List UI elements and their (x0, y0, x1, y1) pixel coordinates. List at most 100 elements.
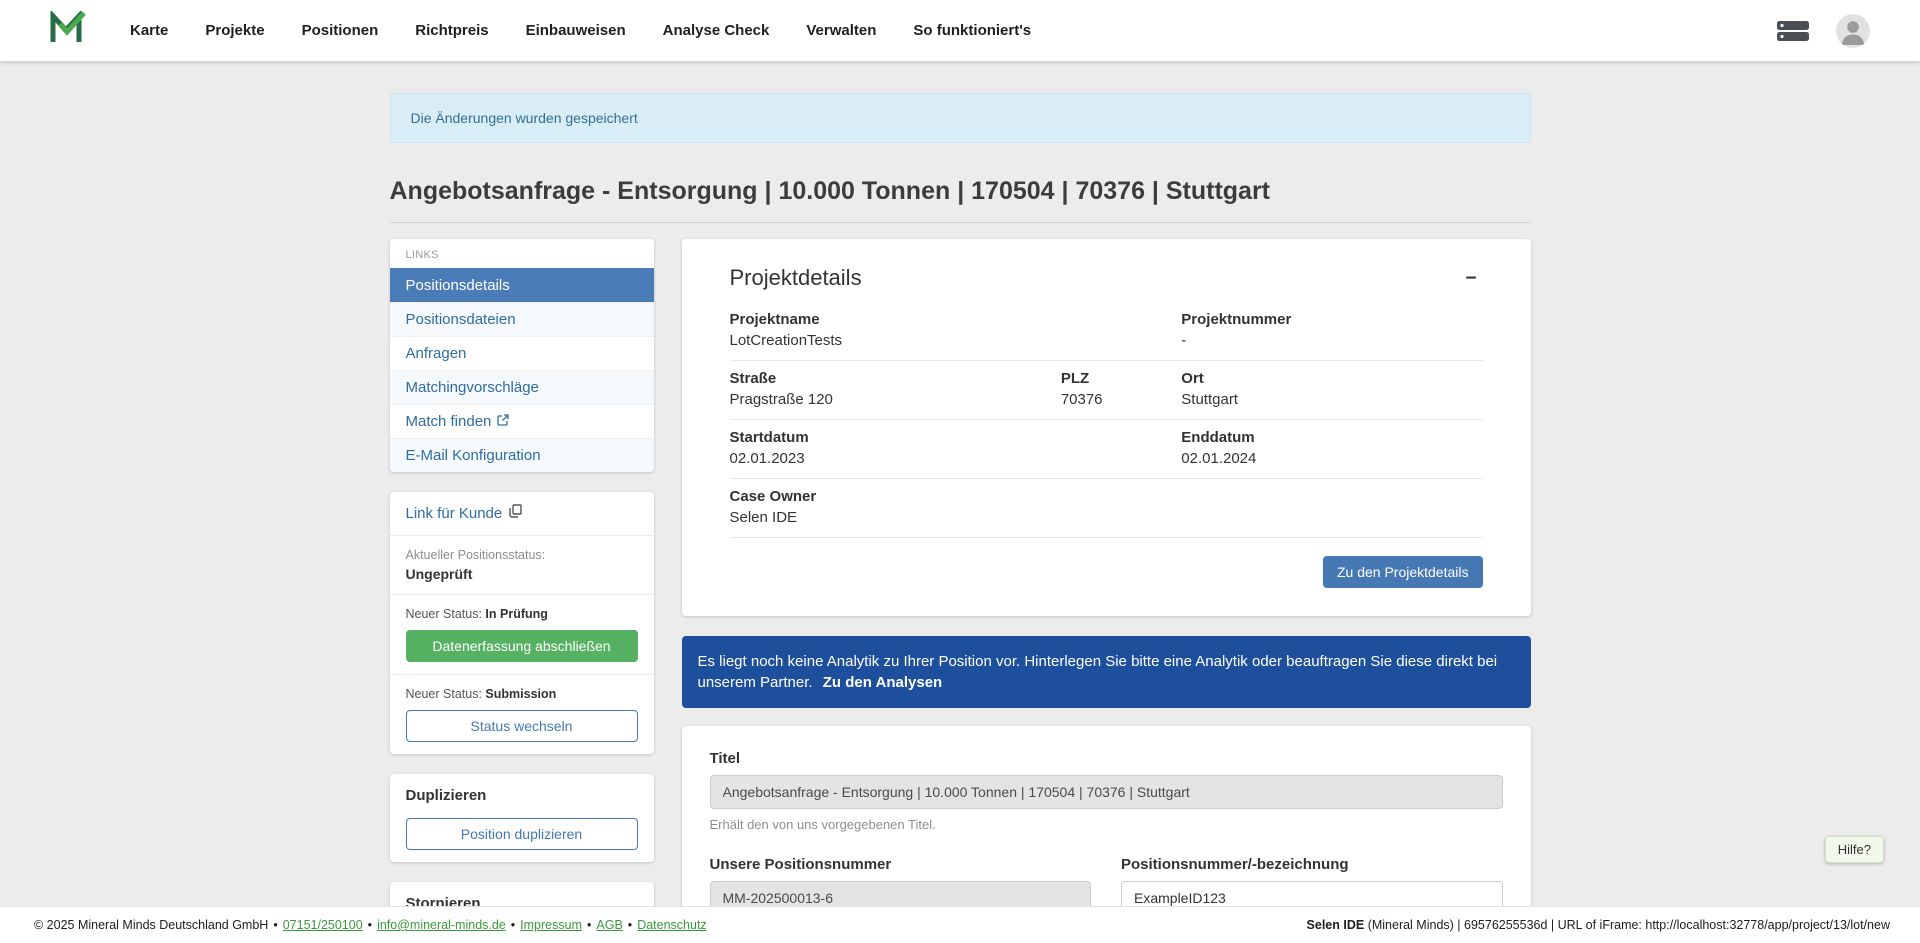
success-alert: Die Änderungen wurden gespeichert (390, 93, 1531, 143)
footer-left: © 2025 Mineral Minds Deutschland GmbH • … (34, 918, 707, 932)
sidebar-item-email-konfiguration[interactable]: E-Mail Konfiguration (390, 438, 654, 472)
next-status-1-value: In Prüfung (485, 607, 548, 621)
titel-label: Titel (710, 750, 1503, 767)
brand-logo[interactable] (48, 11, 86, 50)
projektname-value: LotCreationTests (730, 332, 1182, 349)
plz-label: PLZ (1061, 370, 1181, 387)
titel-help: Erhält den von uns vorgegebenen Titel. (710, 817, 1503, 832)
sidebar: LINKS Positionsdetails Positionsdateien … (390, 239, 654, 906)
current-status-value: Ungeprüft (406, 566, 638, 582)
alert-message: Die Änderungen wurden gespeichert (411, 110, 638, 126)
footer-email-link[interactable]: info@mineral-minds.de (377, 918, 506, 932)
nav-item-einbauweisen[interactable]: Einbauweisen (526, 22, 626, 39)
unsere-positionsnummer-label: Unsere Positionsnummer (710, 856, 1092, 873)
footer-impressum-link[interactable]: Impressum (520, 918, 582, 932)
footer-separator: • (368, 918, 372, 932)
footer-separator: • (273, 918, 277, 932)
footer-copyright: © 2025 Mineral Minds Deutschland GmbH (34, 918, 268, 932)
analytics-message: Es liegt noch keine Analytik zu Ihrer Po… (698, 653, 1498, 691)
external-link-icon (497, 413, 509, 430)
project-details-row-2: Straße Pragstraße 120 PLZ 70376 Ort Stut… (730, 361, 1483, 420)
cancel-header: Stornieren (390, 882, 654, 907)
sidebar-item-label: Anfragen (406, 345, 467, 362)
case-owner-value: Selen IDE (730, 509, 1182, 526)
nav-item-positionen[interactable]: Positionen (302, 22, 379, 39)
go-to-project-details-button[interactable]: Zu den Projektdetails (1323, 556, 1483, 588)
footer-agb-link[interactable]: AGB (596, 918, 622, 932)
project-details-title: Projektdetails (730, 265, 862, 291)
page-title: Angebotsanfrage - Entsorgung | 10.000 To… (390, 177, 1531, 206)
collapse-minus-icon[interactable]: − (1459, 265, 1482, 292)
footer-separator: • (628, 918, 632, 932)
sidebar-item-label: Match finden (406, 413, 492, 430)
footer-session-info: Selen IDE (Mineral Minds) | 69576255536d… (1307, 918, 1890, 932)
next-status-2-value: Submission (485, 687, 556, 701)
sidebar-item-positionsdateien[interactable]: Positionsdateien (390, 302, 654, 336)
projektnummer-value: - (1181, 332, 1482, 349)
navbar-right-group (1776, 14, 1870, 48)
duplicate-header: Duplizieren (390, 774, 654, 806)
next-status-1-label: Neuer Status: (406, 607, 482, 621)
analytics-banner: Es liegt noch keine Analytik zu Ihrer Po… (682, 636, 1531, 708)
top-navbar: Karte Projekte Positionen Richtpreis Ein… (0, 0, 1920, 61)
ort-value: Stuttgart (1181, 391, 1482, 408)
sidebar-status-card: Link für Kunde Aktueller Positionsstatus… (390, 492, 654, 754)
duplicate-position-button[interactable]: Position duplizieren (406, 818, 638, 850)
sidebar-item-anfragen[interactable]: Anfragen (390, 336, 654, 370)
nav-item-verwalten[interactable]: Verwalten (806, 22, 876, 39)
titel-input (710, 775, 1503, 809)
customer-link[interactable]: Link für Kunde (406, 504, 523, 522)
sidebar-item-positionsdetails[interactable]: Positionsdetails (390, 268, 654, 302)
main-navigation: Karte Projekte Positionen Richtpreis Ein… (130, 22, 1031, 39)
footer-user: Selen IDE (1307, 918, 1365, 932)
projektnummer-label: Projektnummer (1181, 311, 1482, 328)
enddatum-value: 02.01.2024 (1181, 450, 1482, 467)
sidebar-item-match-finden[interactable]: Match finden (390, 404, 654, 438)
main-column: Projektdetails − Projektname LotCreation… (682, 239, 1531, 906)
links-header: LINKS (390, 239, 654, 268)
projektname-label: Projektname (730, 311, 1182, 328)
customer-link-label: Link für Kunde (406, 505, 503, 522)
startdatum-value: 02.01.2023 (730, 450, 1182, 467)
footer-datenschutz-link[interactable]: Datenschutz (637, 918, 706, 932)
project-details-row-1: Projektname LotCreationTests Projektnumm… (730, 302, 1483, 361)
footer-separator: • (511, 918, 515, 932)
nav-item-analyse-check[interactable]: Analyse Check (663, 22, 770, 39)
project-details-row-3: Startdatum 02.01.2023 Enddatum 02.01.202… (730, 420, 1483, 479)
nav-item-projekte[interactable]: Projekte (205, 22, 264, 39)
plz-value: 70376 (1061, 391, 1181, 408)
nav-item-richtpreis[interactable]: Richtpreis (415, 22, 488, 39)
nav-item-so-funktionierts[interactable]: So funktioniert's (913, 22, 1031, 39)
sidebar-links-card: LINKS Positionsdetails Positionsdateien … (390, 239, 654, 472)
title-divider (390, 222, 1531, 223)
footer-phone-link[interactable]: 07151/250100 (283, 918, 363, 932)
user-avatar-icon[interactable] (1836, 14, 1870, 48)
position-form-card: Titel Erhält den von uns vorgegebenen Ti… (682, 726, 1531, 906)
help-button[interactable]: Hilfe? (1825, 836, 1884, 863)
unsere-positionsnummer-input (710, 881, 1092, 906)
sidebar-item-matchingvorschlaege[interactable]: Matchingvorschläge (390, 370, 654, 404)
positionsbezeichnung-input[interactable] (1121, 881, 1503, 906)
sidebar-item-label: Positionsdateien (406, 311, 516, 328)
footer: © 2025 Mineral Minds Deutschland GmbH • … (0, 906, 1920, 943)
startdatum-label: Startdatum (730, 429, 1182, 446)
case-owner-label: Case Owner (730, 488, 1182, 505)
complete-data-entry-button[interactable]: Datenerfassung abschließen (406, 630, 638, 662)
strasse-value: Pragstraße 120 (730, 391, 1061, 408)
enddatum-label: Enddatum (1181, 429, 1482, 446)
server-icon[interactable] (1776, 20, 1810, 42)
sidebar-duplicate-card: Duplizieren Position duplizieren (390, 774, 654, 862)
mineral-minds-logo-icon (48, 11, 86, 50)
sidebar-item-label: E-Mail Konfiguration (406, 447, 541, 464)
nav-item-karte[interactable]: Karte (130, 22, 168, 39)
ort-label: Ort (1181, 370, 1482, 387)
footer-session-details: (Mineral Minds) | 69576255536d | URL of … (1364, 918, 1890, 932)
strasse-label: Straße (730, 370, 1061, 387)
next-status-1: Neuer Status: In Prüfung (406, 607, 638, 621)
sidebar-item-label: Positionsdetails (406, 277, 510, 294)
switch-status-button[interactable]: Status wechseln (406, 710, 638, 742)
sidebar-cancel-card: Stornieren Stornieren (390, 882, 654, 907)
main-viewport: Die Änderungen wurden gespeichert Angebo… (0, 61, 1920, 906)
go-to-analyses-link[interactable]: Zu den Analysen (823, 674, 942, 691)
project-details-card: Projektdetails − Projektname LotCreation… (682, 239, 1531, 616)
